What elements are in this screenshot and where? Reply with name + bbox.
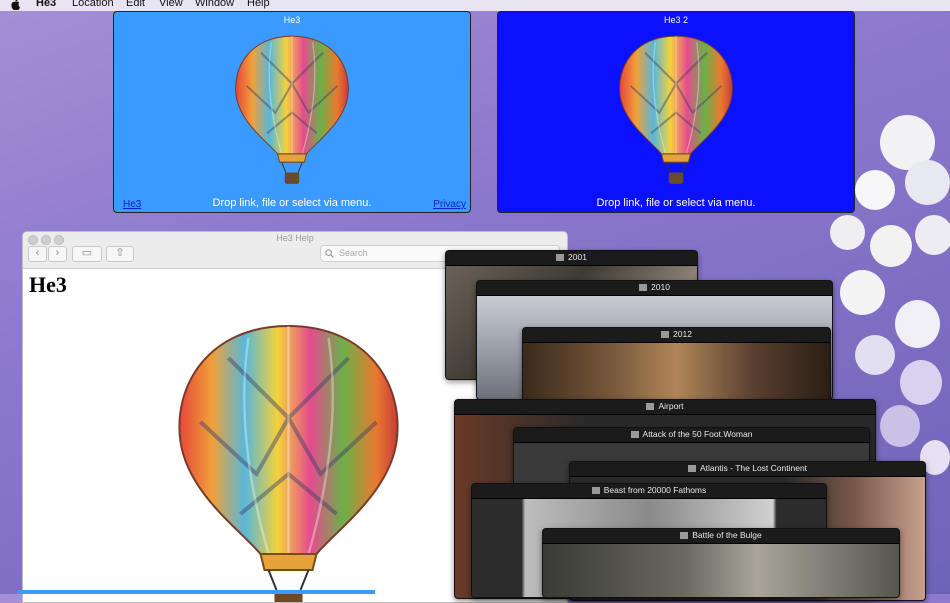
movie-title: Battle of the Bulge <box>692 530 762 540</box>
movie-title: 2012 <box>673 329 692 339</box>
drop-instructions: Drop link, file or select via menu. <box>212 197 372 209</box>
film-icon <box>630 431 639 438</box>
he3-window[interactable]: He3 Drop link, file or select via menu. … <box>113 11 471 213</box>
privacy-link[interactable]: Privacy <box>433 199 466 210</box>
movie-title: Attack of the 50 Foot.Woman <box>642 429 753 439</box>
he3-2-window[interactable]: He3 2 Drop link, file or select via menu… <box>497 11 855 213</box>
help-window-title: He3 Help <box>276 233 314 243</box>
film-icon <box>661 331 670 338</box>
share-icon[interactable]: ⇧ <box>106 246 134 262</box>
window-edge <box>18 590 375 594</box>
hot-air-balloon-image <box>230 32 354 187</box>
menu-edit[interactable]: Edit <box>126 0 145 9</box>
movie-title: Atlantis - The Lost Continent <box>699 463 808 473</box>
sidebar-icon[interactable]: ▭ <box>72 246 102 262</box>
film-icon <box>556 254 565 261</box>
movie-window-battle-of-the-bulge[interactable]: Battle of the Bulge <box>542 528 900 598</box>
hot-air-balloon-image <box>161 318 416 603</box>
movie-frame <box>543 544 899 597</box>
film-icon <box>646 403 655 410</box>
forward-chevron-icon[interactable]: › <box>48 246 67 262</box>
window-title: He3 <box>283 15 301 25</box>
apple-menu-icon[interactable] <box>10 0 20 10</box>
movie-title: Airport <box>658 401 684 411</box>
menu-bar: He3 Location Edit View Window Help <box>0 0 950 11</box>
movie-title: 2001 <box>568 252 587 262</box>
menu-view[interactable]: View <box>159 0 183 9</box>
drop-instructions: Drop link, file or select via menu. <box>596 197 756 209</box>
film-icon <box>680 532 689 539</box>
window-title: He3 2 <box>663 15 689 25</box>
search-icon <box>325 249 334 258</box>
he3-link[interactable]: He3 <box>123 199 141 210</box>
help-heading: He3 <box>29 272 67 297</box>
hot-air-balloon-image <box>614 32 738 187</box>
film-icon <box>591 487 600 494</box>
menu-app-name[interactable]: He3 <box>36 0 56 9</box>
menu-location[interactable]: Location <box>72 0 114 9</box>
menu-window[interactable]: Window <box>195 0 234 9</box>
menu-help[interactable]: Help <box>247 0 270 9</box>
movie-title: Beast from 20000 Fathoms <box>603 485 707 495</box>
movie-title: 2010 <box>651 282 670 292</box>
film-icon <box>639 284 648 291</box>
back-chevron-icon[interactable]: ‹ <box>28 246 47 262</box>
film-icon <box>687 465 696 472</box>
